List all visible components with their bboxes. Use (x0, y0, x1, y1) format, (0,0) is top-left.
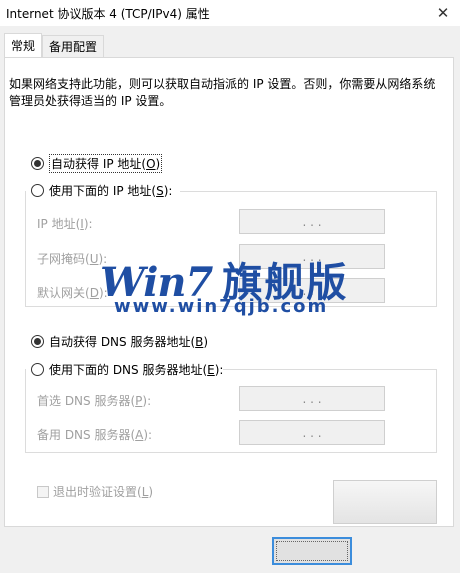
validate-settings-checkbox[interactable]: 退出时验证设置(L) (37, 483, 153, 500)
close-icon[interactable]: ✕ (432, 2, 454, 24)
title-bar: Internet 协议版本 4 (TCP/IPv4) 属性 ✕ (0, 0, 460, 26)
auto-ip-radio[interactable]: 自动获得 IP 地址(O) (31, 154, 163, 173)
preferred-dns-label: 首选 DNS 服务器(P): (37, 394, 152, 408)
preferred-dns-input[interactable]: . . . (239, 386, 385, 411)
validate-checkbox-box[interactable] (37, 485, 49, 498)
alternate-dns-label: 备用 DNS 服务器(A): (37, 428, 153, 442)
advanced-button[interactable] (333, 480, 437, 524)
subnet-mask-input[interactable]: . . . (239, 244, 385, 269)
default-gateway-input[interactable]: . . . (239, 278, 385, 303)
tab-alternate-label: 备用配置 (49, 40, 98, 54)
auto-dns-radio-label: 自动获得 DNS 服务器地址(B) (49, 335, 209, 349)
description-text: 如果网络支持此功能，则可以获取自动指派的 IP 设置。否则，你需要从网络系统管理… (9, 77, 436, 108)
auto-ip-radio-label: 自动获得 IP 地址(O) (49, 154, 163, 173)
window-title: Internet 协议版本 4 (TCP/IPv4) 属性 (6, 6, 210, 21)
ok-button[interactable] (272, 537, 352, 565)
ip-address-input[interactable]: . . . (239, 209, 385, 234)
alternate-dns-input[interactable]: . . . (239, 420, 385, 445)
default-gateway-label: 默认网关(D): (37, 286, 108, 300)
validate-checkbox-label: 退出时验证设置(L) (53, 485, 154, 499)
auto-ip-radio-dot[interactable] (31, 157, 44, 170)
tab-strip: 常规 备用配置 (4, 33, 105, 57)
tab-general[interactable]: 常规 (4, 33, 43, 57)
tab-alternate-config[interactable]: 备用配置 (42, 35, 105, 57)
general-panel: 如果网络支持此功能，则可以获取自动指派的 IP 设置。否则，你需要从网络系统管理… (4, 57, 454, 527)
auto-dns-radio[interactable]: 自动获得 DNS 服务器地址(B) (31, 333, 208, 350)
subnet-mask-label: 子网掩码(U): (37, 252, 108, 266)
auto-dns-radio-dot[interactable] (31, 335, 44, 348)
ip-address-label: IP 地址(I): (37, 217, 93, 231)
tab-general-label: 常规 (11, 39, 36, 53)
